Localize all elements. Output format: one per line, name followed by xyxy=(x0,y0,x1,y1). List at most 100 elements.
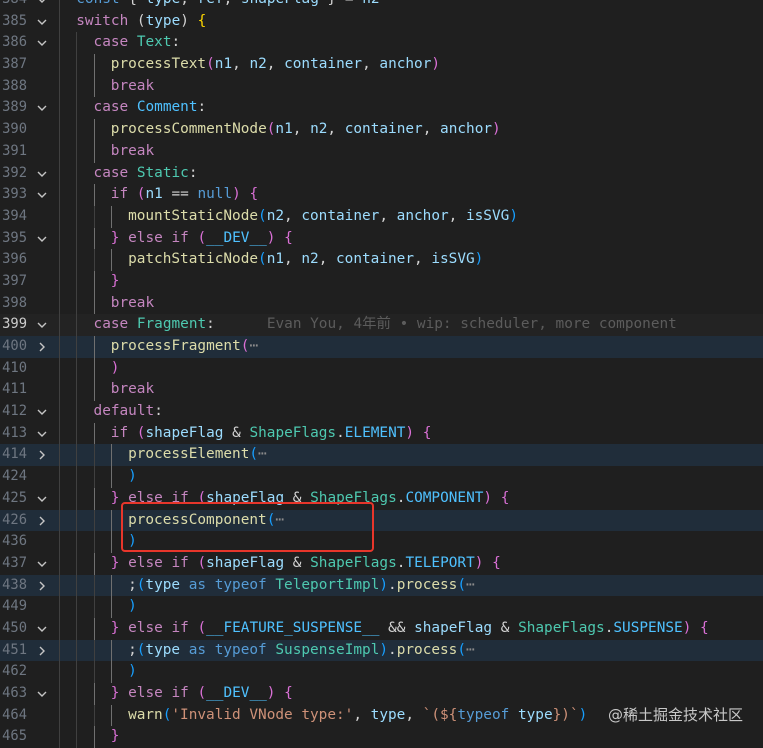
fold-chevron-down-icon[interactable] xyxy=(36,683,50,705)
indent-guide xyxy=(59,552,76,575)
code-token: ELEMENT xyxy=(344,424,406,441)
folded-ellipsis[interactable]: ⋯ xyxy=(466,577,475,593)
code-line[interactable]: 451 ; (type as typeof SuspenseImpl).proces… xyxy=(0,639,763,662)
fold-chevron-right-icon[interactable] xyxy=(36,510,50,532)
code-line[interactable]: 462) xyxy=(0,661,763,683)
folded-ellipsis[interactable]: ⋯ xyxy=(466,642,475,658)
code-line[interactable]: 410) xyxy=(0,357,763,380)
code-line[interactable]: 384 const { type, ref, shapeFlag } = n2 xyxy=(0,0,763,11)
code-line[interactable]: 400 processFragment(⋯ xyxy=(0,336,763,358)
code-line[interactable]: 394 mountStaticNode(n2, container, anchor… xyxy=(0,205,763,228)
indent-guide xyxy=(59,466,76,488)
indent-guide xyxy=(76,54,93,76)
code-token: break xyxy=(110,77,155,94)
indent-guide xyxy=(93,249,111,271)
code-line[interactable]: 426 processComponent(⋯ xyxy=(0,509,763,532)
code-token: , xyxy=(405,706,423,723)
code-line[interactable]: 395} else if (__DEV__) { xyxy=(0,227,763,250)
code-token: } xyxy=(110,728,120,745)
code-line[interactable]: 398 break xyxy=(0,292,763,315)
code-line[interactable]: 425} else if (shapeFlag & ShapeFlags.COM… xyxy=(0,487,763,510)
code-token: else if xyxy=(128,229,189,246)
indent-guide xyxy=(93,617,111,640)
code-line[interactable]: 389 case Comment: xyxy=(0,97,763,120)
code-text: processElement(⋯ xyxy=(59,444,267,467)
code-token: })` xyxy=(552,706,579,723)
code-line[interactable]: 438 ; (type as typeof TeleportImpl).proces… xyxy=(0,574,763,597)
indent-guide xyxy=(93,357,111,380)
code-line[interactable]: 397} xyxy=(0,270,763,293)
code-token: n2 xyxy=(249,56,267,73)
code-line[interactable]: 390 processCommentNode(n1, n2, container,… xyxy=(0,119,763,141)
code-line[interactable]: 387 processText(n1, n2, container, anchor… xyxy=(0,54,763,76)
indent-guide xyxy=(76,162,93,185)
code-token: default xyxy=(93,403,155,420)
code-line[interactable]: 392 case Static: xyxy=(0,162,763,185)
indent-guide xyxy=(76,661,93,683)
fold-chevron-down-icon[interactable] xyxy=(36,553,50,575)
indent-guide xyxy=(93,639,111,662)
code-line[interactable]: 465} xyxy=(0,726,763,748)
fold-chevron-down-icon[interactable] xyxy=(36,618,50,640)
code-token: break xyxy=(110,381,155,398)
indent-guide xyxy=(59,162,76,185)
code-line[interactable]: 399 case Fragment: Evan You, 4年前 • wip: s… xyxy=(0,314,763,336)
code-text: break xyxy=(59,379,155,402)
folded-ellipsis[interactable]: ⋯ xyxy=(258,446,267,462)
code-line[interactable]: 386 case Text: xyxy=(0,32,763,55)
indent-guide xyxy=(93,444,111,467)
fold-chevron-right-icon[interactable] xyxy=(36,444,50,466)
code-line[interactable]: 450} else if (__FEATURE_SUSPENSE__ && sh… xyxy=(0,617,763,640)
indent-guide xyxy=(76,401,93,423)
code-line[interactable]: 391 break xyxy=(0,140,763,163)
code-line[interactable]: 424) xyxy=(0,466,763,488)
fold-chevron-down-icon[interactable] xyxy=(36,314,50,336)
code-line[interactable]: 413 if (shapeFlag & ShapeFlags.ELEMENT) { xyxy=(0,422,763,445)
code-line[interactable]: 449) xyxy=(0,596,763,618)
fold-chevron-down-icon[interactable] xyxy=(36,97,50,119)
code-line[interactable]: 393 if (n1 == null) { xyxy=(0,184,763,206)
code-token: COMPONENT xyxy=(405,489,484,506)
code-token: . xyxy=(336,424,345,441)
indent-guide xyxy=(59,487,76,510)
line-number: 413 xyxy=(2,424,27,441)
code-token: ) xyxy=(379,576,389,593)
indent-guide xyxy=(76,314,93,336)
fold-chevron-down-icon[interactable] xyxy=(36,32,50,54)
fold-chevron-down-icon[interactable] xyxy=(36,184,50,206)
fold-chevron-down-icon[interactable] xyxy=(36,11,50,33)
code-token: typeof xyxy=(214,641,267,658)
fold-chevron-down-icon[interactable] xyxy=(36,423,50,445)
code-token: __FEATURE_SUSPENSE__ xyxy=(206,619,380,636)
indent-guide xyxy=(93,596,111,618)
fold-chevron-down-icon[interactable] xyxy=(36,488,50,510)
code-line[interactable]: 436) xyxy=(0,531,763,553)
fold-chevron-right-icon[interactable] xyxy=(36,575,50,597)
code-token: ) xyxy=(180,12,198,29)
folded-ellipsis[interactable]: ⋯ xyxy=(249,338,258,354)
code-line[interactable]: 411 break xyxy=(0,379,763,402)
fold-chevron-down-icon[interactable] xyxy=(36,228,50,250)
indent-guide xyxy=(93,487,111,510)
code-token: n1 xyxy=(266,251,285,268)
code-token: } xyxy=(110,272,120,289)
indent-guide xyxy=(59,617,76,640)
fold-chevron-right-icon[interactable] xyxy=(36,336,50,358)
code-token: & xyxy=(492,619,519,636)
code-line[interactable]: 412 default: xyxy=(0,401,763,423)
code-token: patchStaticNode xyxy=(128,251,259,268)
code-text: case Static: xyxy=(59,162,198,185)
code-line[interactable]: 385 switch (type) { xyxy=(0,10,763,33)
code-editor[interactable]: 384const { type, ref, shapeFlag } = n238… xyxy=(0,0,763,748)
line-number: 399 xyxy=(2,316,27,333)
fold-chevron-down-icon[interactable] xyxy=(36,0,50,11)
code-line[interactable]: 463} else if (__DEV__) { xyxy=(0,683,763,705)
code-line[interactable]: 388 break xyxy=(0,75,763,98)
code-line[interactable]: 414 processElement(⋯ xyxy=(0,444,763,467)
fold-chevron-down-icon[interactable] xyxy=(36,163,50,185)
code-line[interactable]: 437} else if (shapeFlag & ShapeFlags.TEL… xyxy=(0,552,763,575)
fold-chevron-right-icon[interactable] xyxy=(36,640,50,662)
fold-chevron-down-icon[interactable] xyxy=(36,401,50,423)
code-line[interactable]: 396 patchStaticNode(n1, n2, container, is… xyxy=(0,249,763,271)
